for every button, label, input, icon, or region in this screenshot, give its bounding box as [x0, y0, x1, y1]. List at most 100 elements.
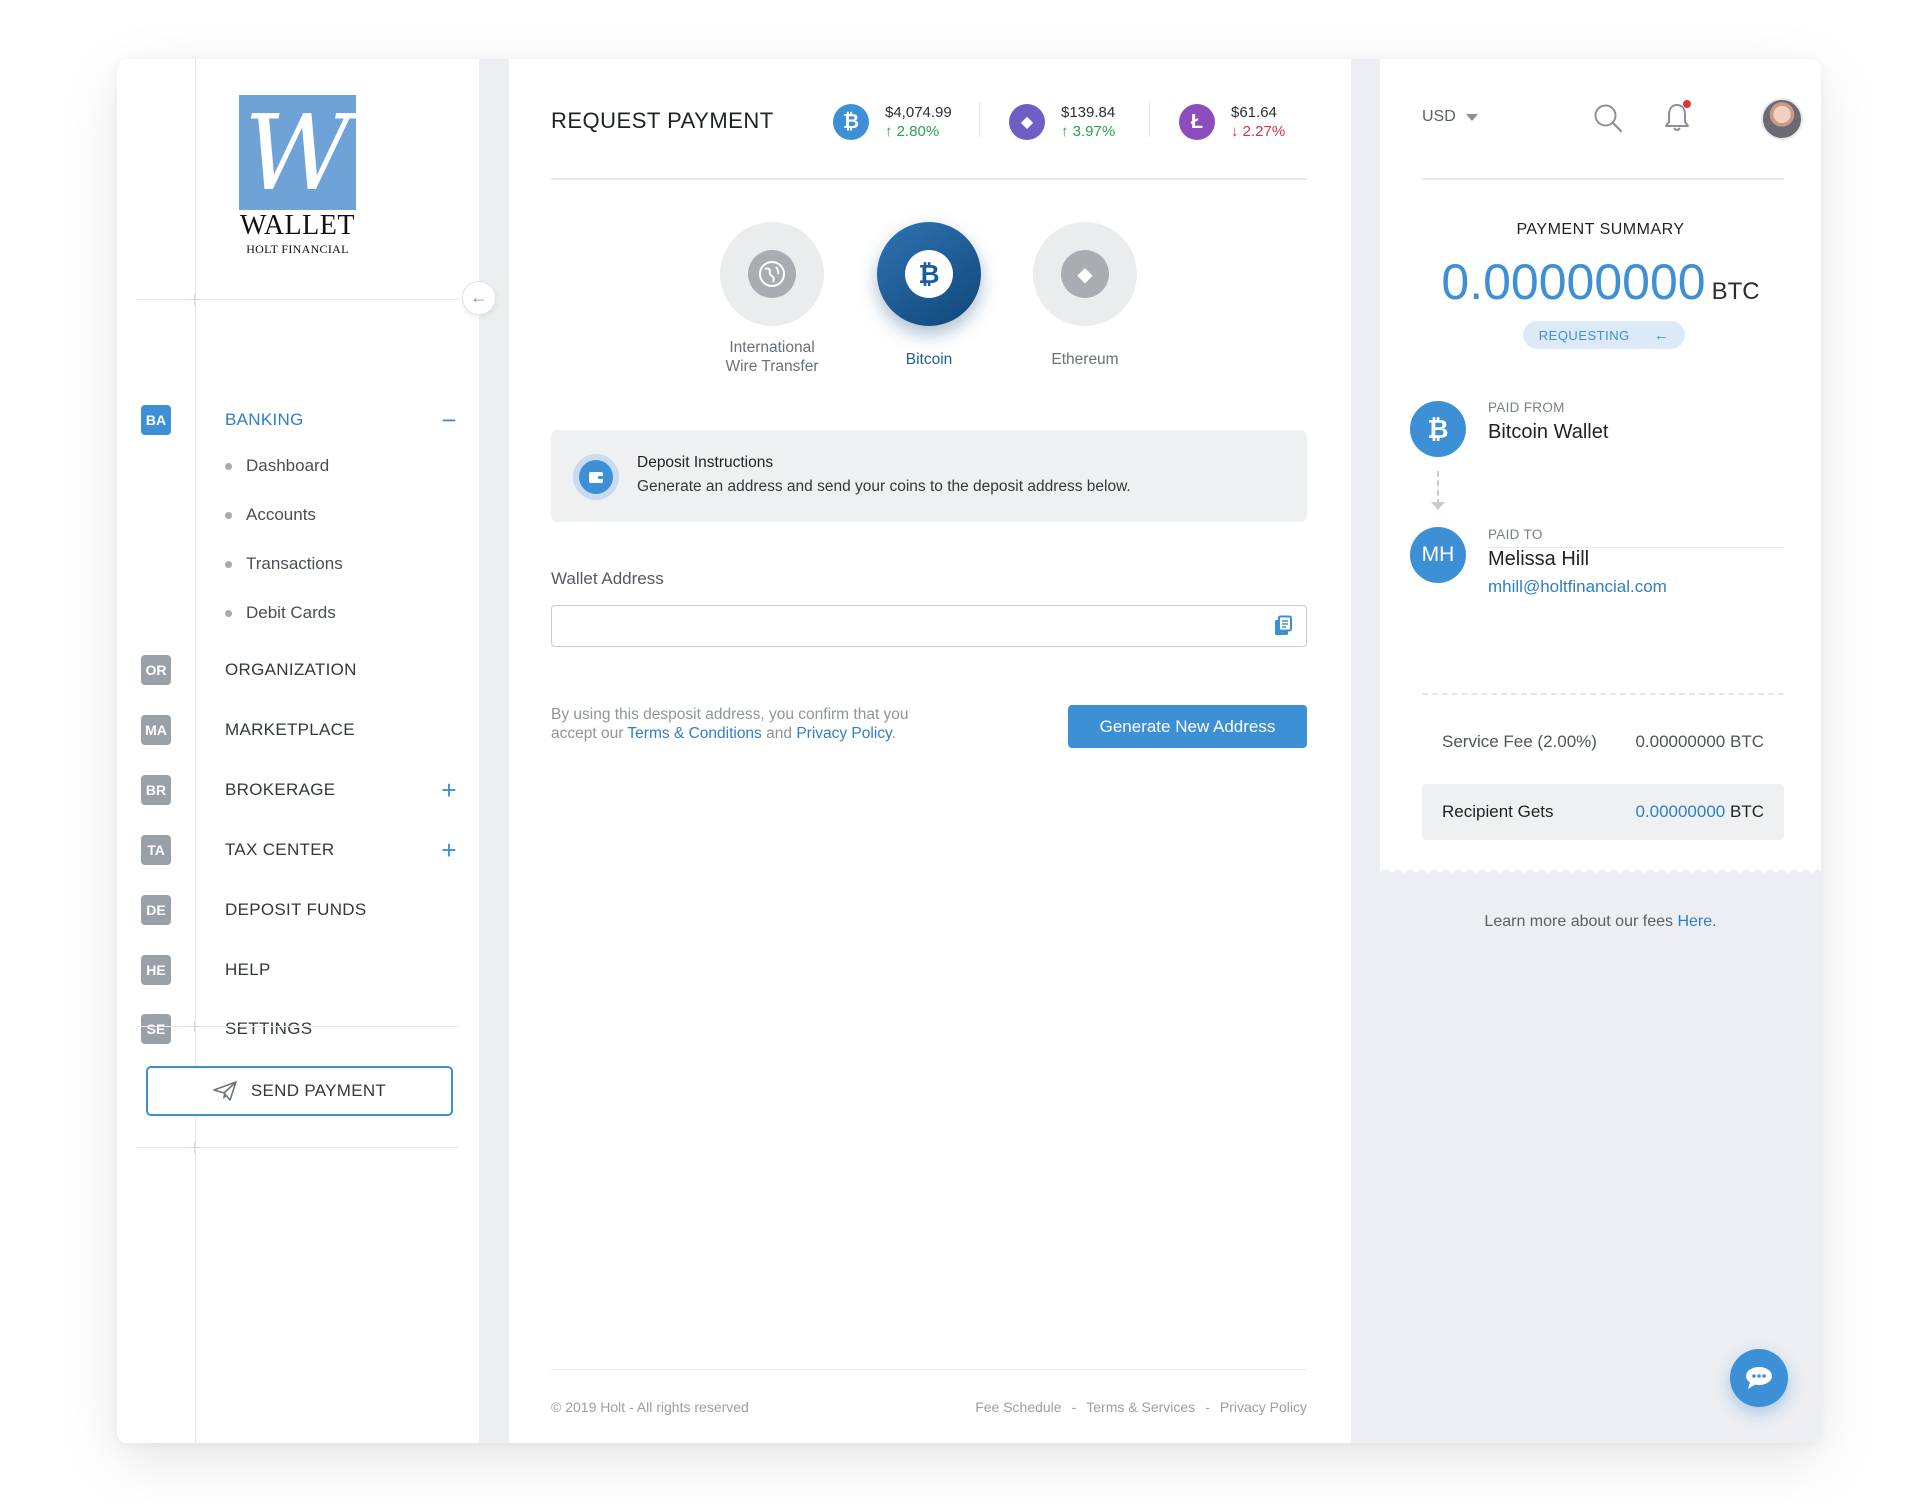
send-payment-button[interactable]: SEND PAYMENT	[146, 1066, 453, 1116]
arrow-left-icon: ←	[470, 287, 488, 307]
sidebar-item-banking[interactable]: BA BANKING −	[141, 403, 461, 437]
sidebar-item-organization[interactable]: OR ORGANIZATION	[141, 653, 461, 687]
nav-label: SETTINGS	[225, 1019, 313, 1038]
amount-unit: BTC	[1711, 278, 1760, 305]
fee-label: Service Fee (2.00%)	[1442, 732, 1597, 751]
logo[interactable]: W WALLET HOLT FINANCIAL	[239, 95, 356, 257]
divider	[137, 1142, 459, 1153]
bitcoin-icon: ₿	[833, 104, 869, 140]
ticker-change: ↑ 3.97%	[1061, 123, 1116, 140]
terms-link[interactable]: Terms & Conditions	[627, 725, 761, 742]
bitcoin-icon: ₿	[1410, 401, 1466, 457]
generate-address-button[interactable]: Generate New Address	[1068, 705, 1307, 748]
wallet-address-input[interactable]	[551, 605, 1307, 647]
expand-plus-icon[interactable]: +	[437, 837, 461, 863]
flow-connector	[1437, 471, 1439, 505]
sidebar-item-marketplace[interactable]: MA MARKETPLACE	[141, 713, 461, 747]
bullet-icon	[225, 560, 232, 568]
sidebar-item-brokerage[interactable]: BR BROKERAGE +	[141, 773, 461, 807]
method-circle: ₿	[877, 222, 981, 326]
chat-bubble-icon	[1746, 1367, 1772, 1389]
consent-suffix: .	[891, 725, 896, 742]
ticker-bitcoin[interactable]: ₿ $4,074.99 ↑ 2.80%	[833, 97, 952, 147]
method-label: Ethereum	[1051, 351, 1119, 368]
copyright: © 2019 Holt - All rights reserved	[551, 1399, 749, 1415]
nav-badge: MA	[141, 715, 171, 745]
litecoin-icon: Ł	[1179, 104, 1215, 140]
globe-icon	[748, 250, 796, 298]
ethereum-icon: ◆	[1061, 250, 1109, 298]
fees-here-link[interactable]: Here	[1677, 913, 1712, 930]
fee-schedule-link[interactable]: Fee Schedule	[975, 1399, 1061, 1415]
ticker-price: $139.84	[1061, 104, 1116, 121]
user-avatar[interactable]	[1761, 98, 1803, 140]
nav-label: HELP	[225, 960, 271, 979]
recipient-gets-row: Recipient Gets 0.00000000 BTC	[1422, 784, 1784, 840]
sidebar-guide-line	[195, 59, 196, 1443]
chat-button[interactable]	[1730, 1349, 1788, 1407]
logo-wordmark: WALLET	[240, 210, 355, 241]
logo-subtitle: HOLT FINANCIAL	[246, 242, 349, 256]
fee-unit: BTC	[1730, 802, 1764, 821]
ticker-litecoin[interactable]: Ł $61.64 ↓ 2.27%	[1179, 97, 1285, 147]
ticker-ethereum[interactable]: ◆ $139.84 ↑ 3.97%	[1009, 97, 1115, 147]
service-fee-row: Service Fee (2.00%) 0.00000000 BTC	[1422, 714, 1784, 770]
divider	[137, 1021, 459, 1032]
method-international-wire[interactable]: International Wire Transfer	[712, 222, 832, 376]
divider	[979, 101, 980, 137]
fee-value: 0.00000000	[1635, 732, 1726, 751]
nav-badge: TA	[141, 835, 171, 865]
recipient-avatar: MH	[1410, 527, 1466, 583]
sidebar-subitem-accounts[interactable]: Accounts	[223, 502, 316, 528]
privacy-policy-link[interactable]: Privacy Policy	[1220, 1399, 1307, 1415]
sidebar-subitem-dashboard[interactable]: Dashboard	[223, 453, 329, 479]
method-circle: ◆	[1033, 222, 1137, 326]
consent-text: By using this desposit address, you conf…	[551, 705, 951, 743]
nav-label: TAX CENTER	[225, 840, 335, 859]
divider	[1149, 101, 1150, 137]
currency-select[interactable]: USD	[1422, 108, 1478, 126]
currency-value: USD	[1422, 108, 1456, 125]
send-payment-label: SEND PAYMENT	[250, 1081, 387, 1100]
payment-summary-title: PAYMENT SUMMARY	[1516, 221, 1685, 238]
expand-plus-icon[interactable]: +	[437, 777, 461, 803]
ethereum-icon: ◆	[1009, 104, 1045, 140]
status-label: REQUESTING	[1538, 327, 1630, 343]
sidebar-item-help[interactable]: HE HELP	[141, 953, 461, 987]
page-title: REQUEST PAYMENT	[551, 108, 774, 133]
method-bitcoin[interactable]: ₿ Bitcoin	[869, 222, 989, 369]
nav-badge: SE	[141, 1014, 171, 1044]
nav-label: DEPOSIT FUNDS	[225, 900, 367, 919]
terms-services-link[interactable]: Terms & Services	[1086, 1399, 1195, 1415]
payment-summary-panel: USD PAYMENT SUMMARY 0.00000000 BTC REQUES…	[1380, 59, 1821, 1443]
method-ethereum[interactable]: ◆ Ethereum	[1025, 222, 1145, 369]
sidebar-subitem-debit-cards[interactable]: Debit Cards	[223, 600, 336, 626]
sidebar-item-tax-center[interactable]: TA TAX CENTER +	[141, 833, 461, 867]
collapse-minus-icon[interactable]: −	[437, 407, 461, 433]
learn-more-text: Learn more about our fees Here.	[1380, 913, 1821, 931]
fee-unit: BTC	[1730, 732, 1764, 751]
paid-to-email[interactable]: mhill@holtfinancial.com	[1488, 577, 1667, 597]
fee-label: Recipient Gets	[1442, 802, 1554, 821]
subitem-label: Transactions	[246, 554, 343, 573]
footer-separator: -	[1205, 1399, 1210, 1415]
ticker-change: ↓ 2.27%	[1231, 123, 1286, 140]
privacy-link[interactable]: Privacy Policy	[796, 725, 891, 742]
sidebar: W WALLET HOLT FINANCIAL ← BA BANKING − D…	[117, 59, 496, 1443]
sidebar-item-deposit-funds[interactable]: DE DEPOSIT FUNDS	[141, 893, 461, 927]
bitcoin-icon: ₿	[905, 250, 953, 298]
notification-dot	[1683, 100, 1691, 108]
payment-amount: 0.00000000 BTC	[1380, 253, 1821, 311]
sidebar-subitem-transactions[interactable]: Transactions	[223, 551, 343, 577]
nav-label: ORGANIZATION	[225, 660, 357, 679]
main-panel: REQUEST PAYMENT ₿ $4,074.99 ↑ 2.80% ◆ $1…	[509, 59, 1351, 1443]
copy-icon[interactable]	[1272, 615, 1294, 637]
method-circle	[720, 222, 824, 326]
collapse-sidebar-button[interactable]: ←	[462, 281, 496, 315]
nav-badge: OR	[141, 655, 171, 685]
method-label: International Wire Transfer	[725, 339, 819, 375]
search-icon[interactable]	[1593, 103, 1623, 133]
caret-down-icon	[1465, 113, 1478, 121]
arrow-down-icon	[1431, 502, 1445, 510]
nav-badge: BA	[141, 405, 171, 435]
